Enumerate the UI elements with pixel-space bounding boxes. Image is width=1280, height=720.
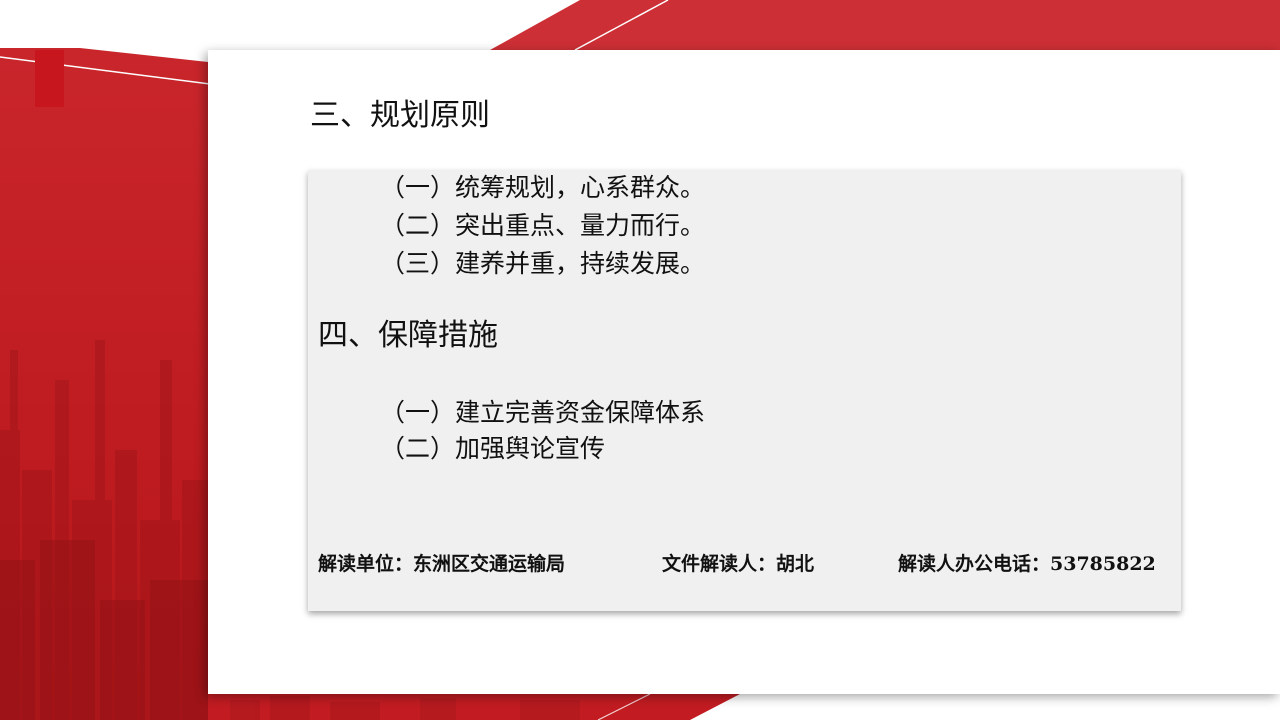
footer-reader: 文件解读人：胡北 — [662, 553, 815, 575]
principle-item: （一）统筹规划，心系群众。 — [380, 173, 706, 202]
footer-phone: 解读人办公电话：53785822 — [898, 553, 1156, 575]
principle-item: （二）突出重点、量力而行。 — [380, 211, 706, 240]
section-title-measures: 四、保障措施 — [318, 318, 498, 353]
footer-unit: 解读单位：东洲区交通运输局 — [318, 553, 566, 575]
measure-item: （一）建立完善资金保障体系 — [380, 398, 706, 427]
measure-item: （二）加强舆论宣传 — [380, 434, 606, 463]
accent-tab — [35, 50, 64, 107]
section-title-principles: 三、规划原则 — [310, 98, 490, 133]
principle-item: （三）建养并重，持续发展。 — [380, 249, 706, 278]
